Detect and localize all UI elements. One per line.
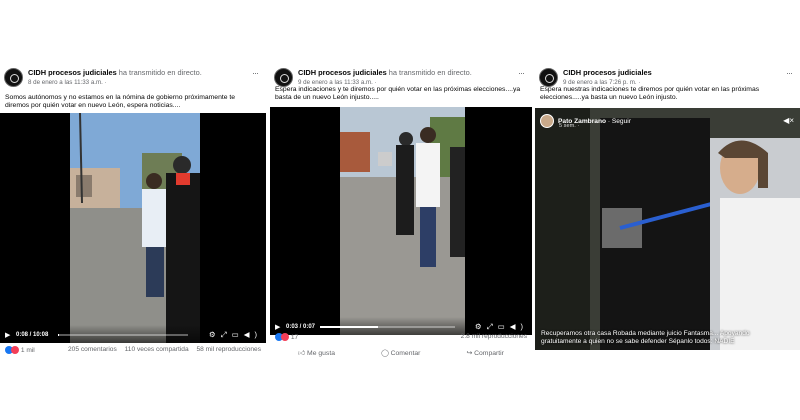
page-name[interactable]: CIDH procesos judiciales ha transmitido …: [298, 68, 472, 77]
love-reaction-icon: [11, 346, 19, 354]
more-options-icon[interactable]: ···: [252, 68, 259, 78]
follow-link[interactable]: · Seguir: [608, 118, 631, 125]
more-options-icon[interactable]: ···: [518, 68, 525, 78]
post-header: CIDH procesos judiciales ha transmitido …: [4, 66, 260, 92]
post-date[interactable]: 9 de enero a las 11:33 a.m. ·: [298, 79, 377, 86]
video-time: 0:03 / 0:07: [286, 324, 316, 330]
page-avatar[interactable]: [539, 68, 558, 87]
views-count: 58 mil reproducciones: [196, 346, 261, 353]
video-scene-door: [590, 108, 800, 350]
settings-icon[interactable]: ⚙: [475, 322, 487, 331]
progress-bar[interactable]: [58, 334, 188, 336]
settings-icon[interactable]: ⚙: [209, 330, 221, 339]
play-icon[interactable]: ▶: [5, 331, 10, 339]
volume-icon[interactable]: ◀×: [783, 116, 794, 125]
fullscreen-icon[interactable]: ⤢: [487, 322, 498, 331]
share-button[interactable]: ↪ Compartir: [467, 349, 504, 357]
comments-count[interactable]: 205 comentarios: [68, 346, 117, 353]
video-player[interactable]: ▶ 0:08 / 10:08 ⚙⤢▭◀): [0, 113, 266, 343]
page-avatar[interactable]: [4, 68, 23, 87]
post-date[interactable]: 8 de enero a las 11:33 a.m. ·: [28, 79, 107, 86]
comment-icon: ◯: [381, 350, 389, 357]
fullscreen-icon[interactable]: ⤢: [221, 330, 232, 339]
more-options-icon[interactable]: ···: [786, 68, 793, 78]
share-icon: ↪: [466, 350, 473, 357]
reactions-count: 17: [290, 333, 299, 341]
video-scene-street: [70, 113, 200, 343]
post-stats: 2.8 mil reproducciones: [455, 333, 527, 340]
page-avatar[interactable]: [274, 68, 293, 87]
volume-icon[interactable]: ◀): [244, 330, 262, 339]
thumbs-up-icon: 👍︎: [298, 350, 306, 357]
post-caption: Espera nuestras indicaciones te diremos …: [540, 86, 760, 102]
page-name[interactable]: CIDH procesos judiciales ha transmitido …: [28, 68, 202, 77]
play-icon[interactable]: ▶: [275, 323, 280, 331]
shares-count[interactable]: 110 veces compartida: [125, 346, 189, 353]
post-card-3: CIDH procesos judiciales 9 de enero a la…: [535, 62, 800, 362]
reel-author-avatar: [540, 114, 554, 128]
like-button[interactable]: 👍︎ Me gusta: [298, 349, 335, 357]
video-controls: ▶ 0:08 / 10:08 ⚙⤢▭◀): [0, 325, 266, 343]
reel-caption: Recuperamos otra casa Robada mediante ju…: [541, 329, 750, 345]
embedded-reel[interactable]: Pato Zambrano · Seguir 5 sem. · ◀× Recup…: [535, 108, 800, 350]
volume-icon[interactable]: ◀): [510, 322, 528, 331]
post-card-2: CIDH procesos judiciales ha transmitido …: [270, 62, 532, 362]
video-player[interactable]: ▶ 0:03 / 0:07 ⚙⤢▭◀): [270, 107, 532, 335]
reactions-summary[interactable]: 1 mil: [5, 346, 35, 354]
post-actions: 👍︎ Me gusta ◯ Comentar ↪ Compartir: [275, 349, 527, 357]
video-frame: [70, 113, 200, 343]
post-date[interactable]: 9 de enero a las 7:26 p. m. ·: [563, 79, 640, 86]
reel-date: 5 sem. ·: [559, 123, 580, 129]
progress-fill: [58, 334, 60, 336]
progress-fill: [320, 326, 379, 328]
reactions-count: 1 mil: [20, 346, 35, 354]
page-name[interactable]: CIDH procesos judiciales: [563, 68, 652, 77]
video-scene-street: [340, 107, 465, 335]
post-stats: 205 comentarios 110 veces compartida 58 …: [62, 346, 261, 353]
post-action-text: ha transmitido en directo.: [388, 68, 472, 77]
love-reaction-icon: [281, 333, 289, 341]
post-caption: Espera indicaciones y te diremos por qui…: [275, 86, 521, 102]
reactions-summary[interactable]: 17: [275, 333, 298, 341]
views-count: 2.8 mil reproducciones: [460, 333, 527, 340]
video-frame: [340, 107, 465, 335]
post-caption: Somos autónomos y no estamos en la nómin…: [5, 94, 236, 110]
progress-bar[interactable]: [320, 326, 455, 328]
post-card-1: CIDH procesos judiciales ha transmitido …: [0, 62, 266, 362]
pip-icon[interactable]: ▭: [498, 322, 510, 331]
video-frame: [590, 108, 800, 350]
video-time: 0:08 / 10:08: [16, 332, 49, 338]
post-action-text: ha transmitido en directo.: [118, 68, 202, 77]
pip-icon[interactable]: ▭: [232, 330, 244, 339]
reel-author[interactable]: Pato Zambrano · Seguir: [540, 114, 631, 128]
comment-button[interactable]: ◯ Comentar: [381, 349, 420, 357]
